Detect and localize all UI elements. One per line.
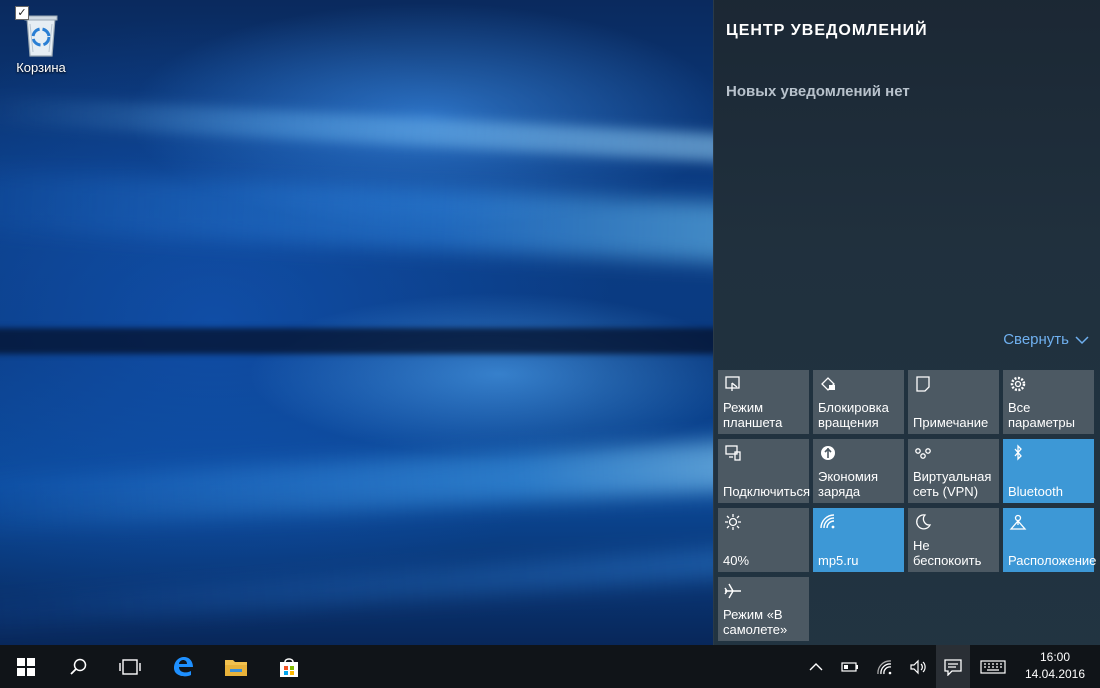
wallpaper-light-beam [0,95,713,164]
clock-date: 14.04.2016 [1024,667,1086,681]
quick-action-bluetooth[interactable]: Bluetooth [1003,439,1094,503]
search-icon [70,658,87,675]
battery-icon [841,661,858,672]
chevron-down-icon [1075,335,1089,344]
start-button[interactable] [0,645,52,688]
note-icon [916,376,930,392]
collapse-button[interactable]: Свернуть [1003,331,1089,348]
action-center-title: ЦЕНТР УВЕДОМЛЕНИЙ [726,22,928,39]
action-center-button[interactable] [936,645,970,688]
tile-label: Все параметры [1008,400,1075,430]
wallpaper-dark-band [0,328,713,354]
bluetooth-icon [1014,444,1022,461]
wallpaper-light-beam [0,546,713,630]
wallpaper-light-beam [0,170,713,264]
tile-label: Примечание [913,415,989,430]
recycle-bin-shortcut[interactable]: ✓ Корзина [10,6,72,75]
task-view-button[interactable] [104,645,156,688]
recycle-bin-label: Корзина [16,60,66,75]
quick-action-battery-saver[interactable]: Экономия заряда [813,439,904,503]
tile-label: Экономия заряда [818,469,879,499]
battery-button[interactable] [836,645,864,688]
battery-saver-icon [821,446,835,460]
selection-checkbox[interactable]: ✓ [15,6,29,20]
tile-label: Режим планшета [723,400,783,430]
vpn-icon [915,448,931,459]
show-hidden-icons-button[interactable] [803,645,829,688]
airplane-icon [724,583,741,599]
quick-action-rotation-lock[interactable]: Блокировка вращения [813,370,904,434]
tile-label: Виртуальная сеть (VPN) [913,469,992,499]
action-center-panel: ЦЕНТР УВЕДОМЛЕНИЙ Новых уведомлений нет … [713,0,1100,645]
quick-action-location[interactable]: Расположение [1003,508,1097,572]
file-explorer-button[interactable] [210,645,262,688]
taskbar: 16:00 14.04.2016 [0,645,1100,688]
quick-action-vpn[interactable]: Виртуальная сеть (VPN) [908,439,999,503]
volume-icon [910,659,926,674]
tile-label: 40% [723,553,750,568]
volume-button[interactable] [905,645,933,688]
tablet-mode-icon [725,376,740,391]
action-center-icon [944,658,962,676]
clock-button[interactable]: 16:00 14.04.2016 [1020,649,1090,683]
wifi-icon [877,659,892,674]
tile-label: Режим «В самолете» [723,607,788,637]
search-button[interactable] [52,645,104,688]
brightness-icon [725,514,741,530]
quick-action-do-not-disturb[interactable]: Не беспокоить [908,508,999,572]
tile-label: mp5.ru [818,553,859,568]
task-view-icon [119,658,141,675]
quick-action-brightness[interactable]: 40% [718,508,809,572]
edge-browser-button[interactable] [157,645,209,688]
quick-action-tablet-mode[interactable]: Режим планшета [718,370,809,434]
tile-label: Bluetooth [1008,484,1063,499]
edge-icon [174,656,193,676]
collapse-label: Свернуть [1003,331,1069,348]
chevron-up-icon [809,662,823,670]
quick-action-all-settings[interactable]: Все параметры [1003,370,1094,434]
store-icon [280,657,298,677]
store-button[interactable] [263,645,315,688]
keyboard-icon [980,659,1006,674]
connect-icon [725,445,741,461]
settings-icon [1010,376,1026,392]
wallpaper-light-beam [0,439,713,530]
quick-action-note[interactable]: Примечание [908,370,999,434]
moon-icon [916,514,932,530]
tile-label: Расположение [1008,553,1097,568]
desktop-wallpaper: ✓ Корзина [0,0,713,645]
file-explorer-icon [225,659,247,676]
tile-label: Подключиться [723,484,811,499]
clock-time: 16:00 [1039,650,1071,664]
network-button[interactable] [871,645,899,688]
tile-label: Не беспокоить [913,538,982,568]
start-icon [17,657,35,676]
wifi-icon [820,514,835,529]
quick-action-wifi[interactable]: mp5.ru [813,508,904,572]
no-notifications-text: Новых уведомлений нет [726,83,910,100]
quick-action-connect[interactable]: Подключиться [718,439,811,503]
touch-keyboard-button[interactable] [973,645,1013,688]
location-icon [1009,514,1027,530]
quick-action-airplane-mode[interactable]: Режим «В самолете» [718,577,809,641]
rotation-lock-icon [821,377,835,391]
tile-label: Блокировка вращения [818,400,889,430]
